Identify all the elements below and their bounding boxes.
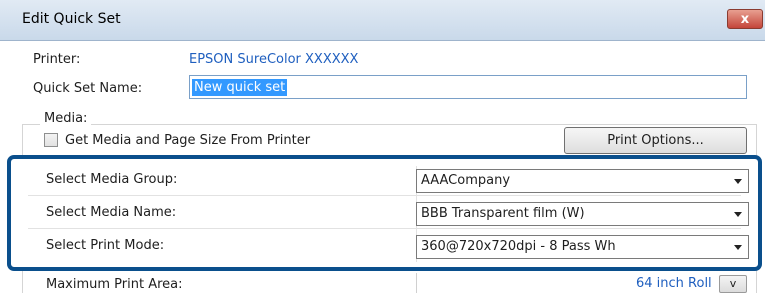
quick-set-name-input[interactable]: New quick set	[189, 75, 747, 99]
media-group-label: Media:	[40, 111, 92, 126]
media-group-value: AAACompany	[421, 173, 511, 188]
column-divider	[416, 273, 417, 293]
close-icon: x	[740, 12, 750, 27]
max-print-area-label: Maximum Print Area:	[46, 277, 183, 292]
quick-set-name-label: Quick Set Name:	[33, 81, 143, 96]
close-button[interactable]: x	[727, 9, 763, 29]
media-name-select[interactable]: BBB Transparent film (W)	[416, 202, 749, 226]
get-media-checkbox-label: Get Media and Page Size From Printer	[65, 133, 311, 148]
row-divider	[28, 195, 741, 196]
print-mode-label-text: Select Print Mode:	[46, 238, 165, 253]
printer-value: EPSON SureColor XXXXXX	[189, 52, 359, 67]
media-name-value: BBB Transparent film (W)	[421, 206, 585, 221]
print-mode-select[interactable]: 360@720x720dpi - 8 Pass Wh	[416, 235, 749, 259]
window-title: Edit Quick Set	[22, 11, 121, 27]
chevron-down-icon	[734, 245, 742, 250]
row-divider	[28, 228, 741, 229]
max-print-area-value: 64 inch Roll	[636, 276, 712, 291]
get-media-checkbox[interactable]	[44, 133, 58, 147]
max-print-area-button[interactable]: v	[719, 275, 747, 293]
media-group-select[interactable]: AAACompany	[416, 169, 749, 193]
print-options-button[interactable]: Print Options...	[564, 127, 747, 154]
media-group-label-text: Select Media Group:	[46, 172, 178, 187]
printer-label: Printer:	[33, 52, 81, 67]
chevron-down-icon	[734, 212, 742, 217]
quick-set-name-value: New quick set	[192, 79, 288, 96]
media-name-label-text: Select Media Name:	[46, 205, 177, 220]
print-mode-value: 360@720x720dpi - 8 Pass Wh	[421, 239, 616, 254]
max-print-area-button-label: v	[729, 277, 737, 290]
chevron-down-icon	[734, 179, 742, 184]
